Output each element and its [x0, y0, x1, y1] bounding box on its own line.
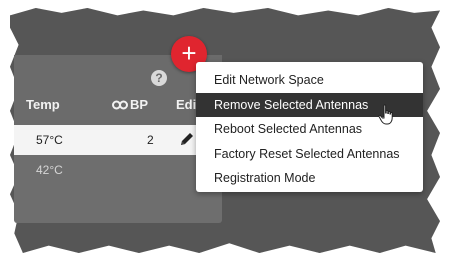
cell-temp: 57°C — [36, 133, 63, 147]
column-header-temp[interactable]: Temp — [26, 97, 60, 112]
menu-item-factory-reset-selected-antennas[interactable]: Factory Reset Selected Antennas — [196, 142, 423, 167]
screenshot-frame: ? Temp BP Edi 57°C 2 42°C + Edit Network… — [0, 0, 449, 263]
table-row[interactable]: 57°C 2 — [14, 125, 222, 155]
cell-temp: 42°C — [36, 163, 63, 177]
link-icon — [112, 98, 128, 113]
hand-cursor-icon — [378, 104, 396, 131]
menu-item-edit-network-space[interactable]: Edit Network Space — [196, 68, 423, 93]
antenna-table-panel: ? Temp BP Edi 57°C 2 42°C — [14, 55, 222, 223]
pencil-icon[interactable] — [179, 131, 195, 152]
menu-item-registration-mode[interactable]: Registration Mode — [196, 166, 423, 191]
column-header-bp-label: BP — [130, 97, 149, 112]
column-header-bp[interactable]: BP — [112, 97, 148, 113]
table-row[interactable]: 42°C — [14, 155, 222, 185]
column-header-edit[interactable]: Edi — [176, 97, 196, 112]
cell-bp: 2 — [147, 133, 154, 147]
help-icon[interactable]: ? — [151, 70, 167, 86]
